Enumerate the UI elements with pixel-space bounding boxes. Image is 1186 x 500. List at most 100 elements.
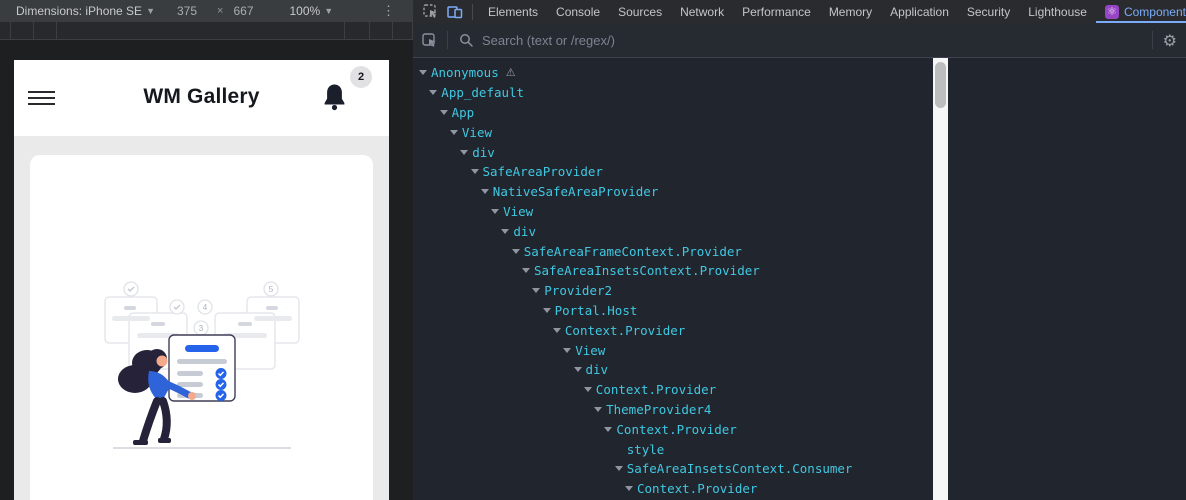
tree-row[interactable]: SafeAreaInsetsContext.Consumer	[413, 459, 933, 479]
component-name: NativeSafeAreaProvider	[493, 184, 659, 199]
device-height-field[interactable]: 667	[233, 4, 253, 18]
tab-application[interactable]: Application	[881, 0, 958, 23]
component-name: ThemeProvider4	[606, 402, 711, 417]
tab-elements[interactable]: Elements	[479, 0, 547, 23]
app-header: WM Gallery 2	[14, 60, 389, 136]
tab-label: Application	[890, 5, 949, 19]
expand-arrow-icon[interactable]	[574, 367, 582, 372]
gear-icon[interactable]: ⚙	[1163, 31, 1177, 50]
tree-row[interactable]: Context.Provider	[413, 419, 933, 439]
tree-row[interactable]: SafeAreaProvider	[413, 162, 933, 182]
tree-row[interactable]: SafeAreaInsetsContext.Provider	[413, 261, 933, 281]
expand-arrow-icon[interactable]	[512, 249, 520, 254]
svg-text:5: 5	[269, 285, 274, 294]
expand-arrow-icon[interactable]	[419, 70, 427, 75]
tree-row[interactable]: NativeSafeAreaProvider	[413, 182, 933, 202]
expand-arrow-icon[interactable]	[522, 268, 530, 273]
expand-arrow-icon[interactable]	[440, 110, 448, 115]
tree-row[interactable]: Context.Provider	[413, 380, 933, 400]
component-name: style	[627, 442, 665, 457]
tree-row[interactable]: App	[413, 103, 933, 123]
expand-arrow-icon[interactable]	[625, 486, 633, 491]
scrollbar-track[interactable]	[933, 58, 948, 500]
components-toolbar: ⚙	[413, 23, 1186, 58]
expand-arrow-icon[interactable]	[543, 308, 551, 313]
device-emulation-region: Dimensions: iPhone SE ▼ 375 × 667 100% ▼…	[0, 0, 413, 500]
tab-performance[interactable]: Performance	[733, 0, 820, 23]
tab-strip-segment	[370, 22, 393, 39]
component-name: SafeAreaInsetsContext.Consumer	[627, 461, 853, 476]
tab-console[interactable]: Console	[547, 0, 609, 23]
expand-arrow-icon[interactable]	[594, 407, 602, 412]
kebab-menu-icon[interactable]: ⋮	[382, 3, 395, 19]
tab-strip-segment	[345, 22, 370, 39]
tab-strip-segment	[34, 22, 57, 39]
tab-sources[interactable]: Sources	[609, 0, 671, 23]
scrollbar-thumb[interactable]	[935, 62, 946, 108]
expand-arrow-icon[interactable]	[584, 387, 592, 392]
tab-label: Security	[967, 5, 1010, 19]
tree-row[interactable]: Portal.Host	[413, 301, 933, 321]
svg-text:4: 4	[203, 303, 208, 312]
expand-arrow-icon[interactable]	[450, 130, 458, 135]
tree-row[interactable]: div	[413, 142, 933, 162]
component-tree: Anonymous⚠App_defaultAppViewdivSafeAreaP…	[413, 58, 933, 500]
react-logo-icon: ⚛	[1105, 5, 1119, 19]
devtools-tabs-list: ElementsConsole Sources Network Performance…	[479, 0, 1186, 23]
expand-arrow-icon[interactable]	[532, 288, 540, 293]
tree-row[interactable]: View	[413, 202, 933, 222]
tree-row[interactable]: Context.Provider	[413, 320, 933, 340]
tab-security[interactable]: Security	[958, 0, 1019, 23]
tree-row[interactable]: Provider2	[413, 281, 933, 301]
component-name: div	[513, 224, 536, 239]
tree-row[interactable]: ThemeProvider4	[413, 400, 933, 420]
screenshot-root: Dimensions: iPhone SE ▼ 375 × 667 100% ▼…	[0, 0, 1186, 500]
tree-row[interactable]: Context.Provider	[413, 479, 933, 499]
dimensions-selector[interactable]: Dimensions: iPhone SE	[16, 4, 142, 18]
tree-row[interactable]: div	[413, 221, 933, 241]
app-body: 543	[14, 136, 389, 500]
tree-row[interactable]: SafeAreaFrameContext.Provider	[413, 241, 933, 261]
expand-arrow-icon[interactable]	[429, 90, 437, 95]
tab-label: Memory	[829, 5, 872, 19]
zoom-selector[interactable]: 100%	[290, 4, 321, 18]
tab-label: Sources	[618, 5, 662, 19]
expand-arrow-icon[interactable]	[563, 348, 571, 353]
component-name: Context.Provider	[637, 481, 757, 496]
tree-row[interactable]: View	[413, 340, 933, 360]
select-component-icon[interactable]	[421, 32, 437, 48]
device-width-field[interactable]: 375	[177, 4, 197, 18]
expand-arrow-icon[interactable]	[460, 150, 468, 155]
expand-arrow-icon[interactable]	[604, 427, 612, 432]
search-input[interactable]	[482, 33, 1152, 48]
tab-network[interactable]: Network	[671, 0, 733, 23]
tab-lighthouse[interactable]: Lighthouse	[1019, 0, 1096, 23]
search-icon	[458, 32, 474, 48]
component-name: Context.Provider	[565, 323, 685, 338]
tree-row[interactable]: App_default	[413, 83, 933, 103]
expand-arrow-icon[interactable]	[501, 229, 509, 234]
expand-arrow-icon[interactable]	[491, 209, 499, 214]
inspect-element-icon[interactable]	[422, 4, 438, 20]
tree-row[interactable]: Anonymous⚠	[413, 63, 933, 83]
component-name: Context.Provider	[596, 382, 716, 397]
component-name: div	[472, 145, 495, 160]
toggle-device-toolbar-icon[interactable]	[447, 4, 463, 20]
tab-label: Network	[680, 5, 724, 19]
component-name: SafeAreaFrameContext.Provider	[524, 244, 742, 259]
tree-row[interactable]: div	[413, 360, 933, 380]
tab-memory[interactable]: Memory	[820, 0, 881, 23]
divider	[447, 31, 448, 49]
expand-arrow-icon[interactable]	[553, 328, 561, 333]
expand-arrow-icon[interactable]	[615, 466, 623, 471]
tree-row[interactable]: style	[413, 439, 933, 459]
notification-bell-icon[interactable]	[322, 83, 347, 112]
props-pane	[948, 58, 1186, 500]
tree-row[interactable]: View	[413, 122, 933, 142]
chevron-down-icon: ▼	[324, 6, 333, 16]
expand-arrow-icon[interactable]	[471, 169, 479, 174]
component-name: View	[462, 125, 492, 140]
tab-strip-segment	[11, 22, 34, 39]
expand-arrow-icon[interactable]	[481, 189, 489, 194]
tab-components[interactable]: ⚛Components	[1096, 0, 1186, 23]
